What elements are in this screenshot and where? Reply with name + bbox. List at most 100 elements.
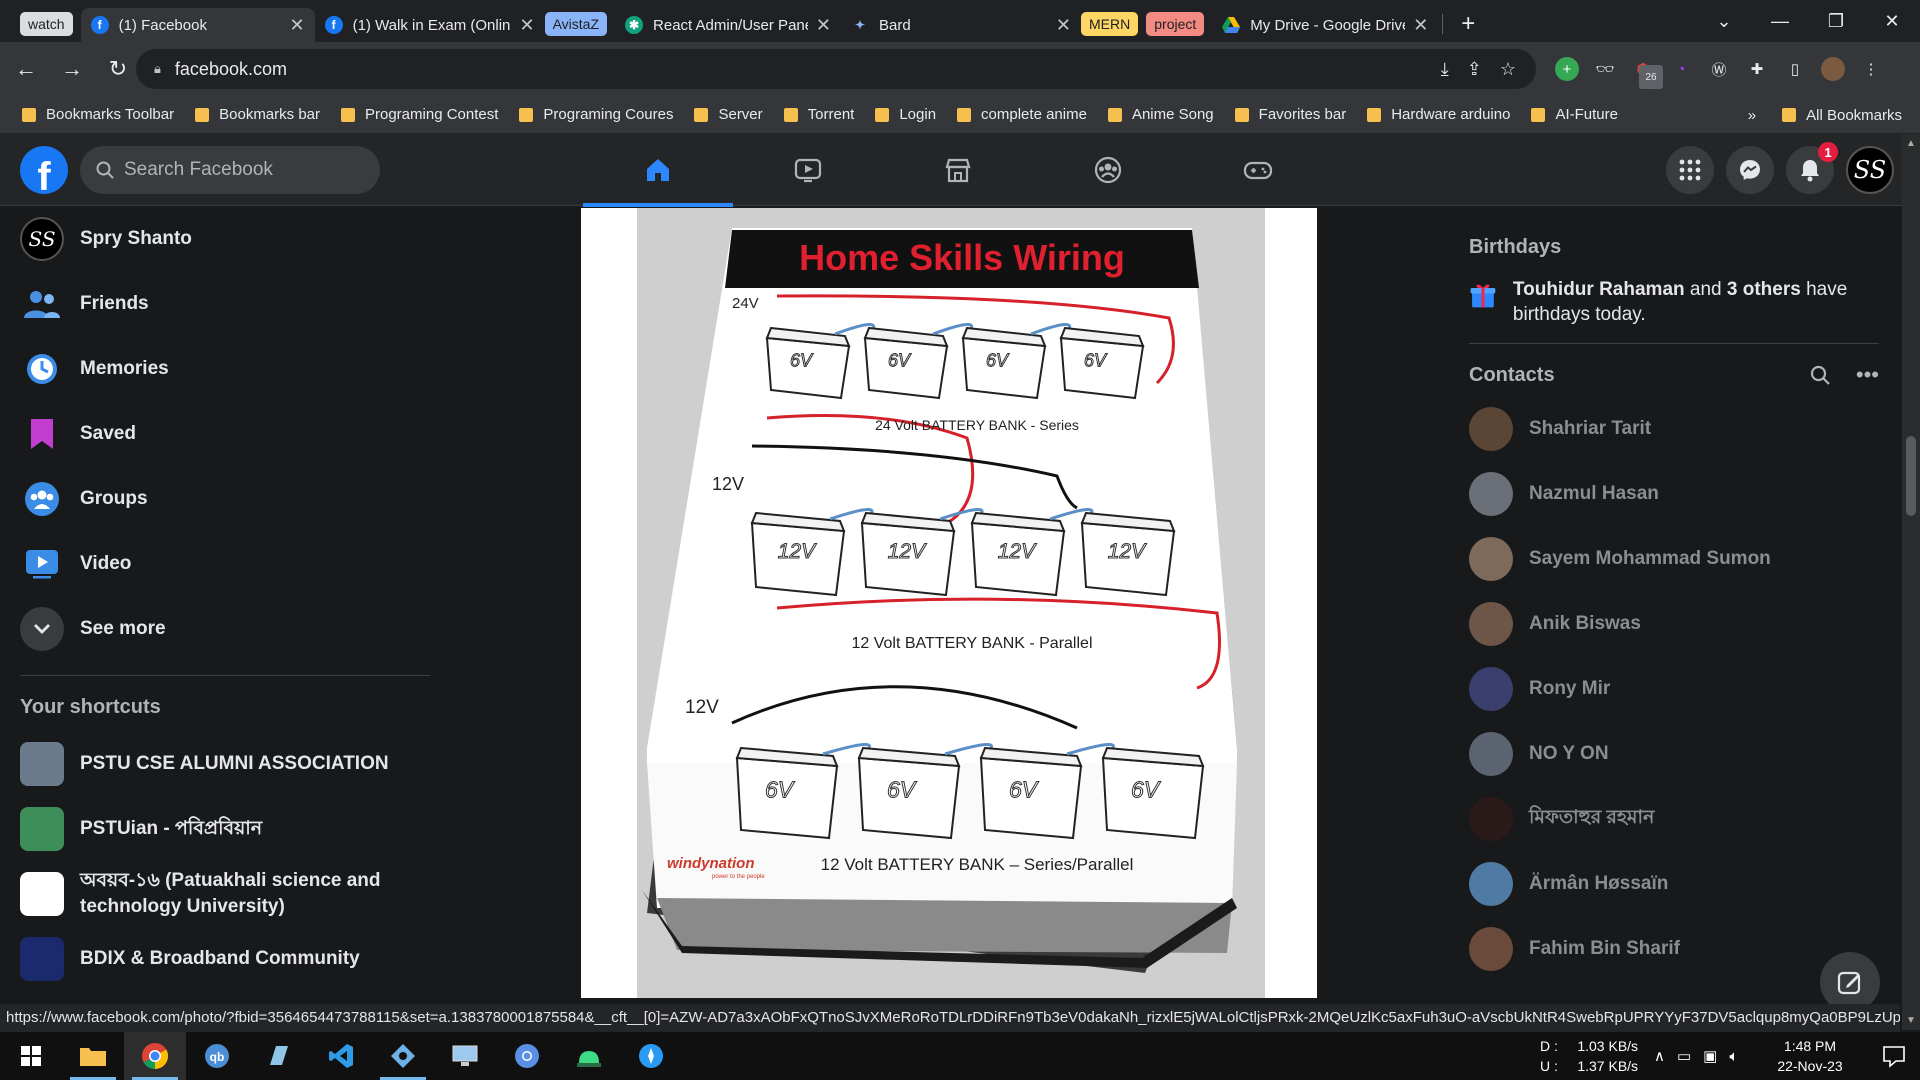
sidepanel-icon[interactable]: ▯ — [1783, 57, 1807, 81]
bookmark-item[interactable]: Bookmarks Toolbar — [22, 106, 174, 123]
taskbar-remote-desktop[interactable] — [434, 1032, 496, 1080]
install-app-icon[interactable]: ⤓ — [1441, 59, 1449, 80]
shortcut-item[interactable]: অবয়ব-১৬ (Patuakhali science and technol… — [20, 861, 440, 926]
system-clock[interactable]: 1:48 PM 22-Nov-23 — [1770, 1036, 1850, 1076]
bookmark-item[interactable]: Server — [694, 106, 763, 123]
new-tab-plus-icon[interactable]: + — [1461, 10, 1475, 38]
color-extension-icon[interactable]: ◔ — [1669, 57, 1693, 81]
restore-icon[interactable]: ❐ — [1808, 11, 1864, 32]
shortcut-item[interactable]: PSTUian - পবিপ্রবিয়ান — [20, 796, 440, 861]
close-tab-icon[interactable]: ✕ — [1405, 15, 1428, 36]
scroll-down-icon[interactable]: ▼ — [1902, 1015, 1920, 1026]
sidebar-item-memories[interactable]: Memories — [20, 336, 440, 401]
tab-group-project[interactable]: project — [1146, 12, 1205, 36]
contact-item[interactable]: Shahriar Tarit — [1469, 396, 1879, 461]
contact-item[interactable]: Sayem Mohammad Sumon — [1469, 526, 1879, 591]
tab-video[interactable] — [733, 134, 883, 206]
bookmark-item[interactable]: Programing Contest — [341, 106, 498, 123]
taskbar-app-settings[interactable] — [372, 1032, 434, 1080]
bookmark-item[interactable]: Login — [875, 106, 936, 123]
close-window-icon[interactable]: ✕ — [1864, 11, 1920, 32]
sidebar-item-video[interactable]: Video — [20, 531, 440, 596]
puzzle-extensions-icon[interactable]: ✚ — [1745, 57, 1769, 81]
taskbar-file-explorer[interactable] — [62, 1032, 124, 1080]
taskbar-browser-app[interactable] — [620, 1032, 682, 1080]
menu-grid-button[interactable] — [1666, 146, 1714, 194]
tab-group-watch[interactable]: watch — [20, 12, 73, 36]
tab-walk-in-exam[interactable]: f (1) Walk in Exam (Online ✕ — [315, 8, 545, 42]
close-tab-icon[interactable]: ✕ — [1048, 15, 1071, 36]
address-bar[interactable]: 🔒︎ facebook.com ⤓ ⇪ ☆ — [136, 49, 1536, 89]
share-icon[interactable]: ⇪ — [1467, 59, 1482, 80]
contact-item[interactable]: NO Y ON — [1469, 721, 1879, 786]
close-tab-icon[interactable]: ✕ — [808, 15, 831, 36]
sidebar-item-friends[interactable]: Friends — [20, 271, 440, 336]
sidebar-item-groups[interactable]: Groups — [20, 466, 440, 531]
reload-icon[interactable]: ↻ — [98, 56, 138, 82]
add-extension-icon[interactable]: + — [1555, 57, 1579, 81]
sidebar-item-saved[interactable]: Saved — [20, 401, 440, 466]
contact-item[interactable]: Ärmân Høssaïn — [1469, 851, 1879, 916]
see-more-button[interactable]: See more — [20, 596, 440, 661]
messenger-button[interactable] — [1726, 146, 1774, 194]
tray-expand-icon[interactable]: ∧ — [1654, 1047, 1665, 1065]
contact-item[interactable]: মিফতাহুর রহমান — [1469, 786, 1879, 851]
tab-react-admin[interactable]: ✱ React Admin/User Panel ✕ — [615, 8, 841, 42]
close-tab-icon[interactable]: ✕ — [511, 15, 534, 36]
scroll-up-icon[interactable]: ▲ — [1902, 138, 1920, 149]
forward-arrow-icon[interactable]: → — [52, 56, 92, 82]
account-avatar[interactable]: SS — [1846, 146, 1894, 194]
ublock-extension-icon[interactable]: ⬢26 — [1631, 57, 1663, 89]
bookmarks-overflow-icon[interactable]: » — [1748, 107, 1756, 124]
page-scrollbar[interactable]: ▲ ▼ — [1902, 134, 1920, 1030]
tab-groups[interactable] — [1033, 134, 1183, 206]
tab-facebook[interactable]: f (1) Facebook ✕ — [80, 8, 315, 42]
bookmark-star-icon[interactable]: ☆ — [1500, 59, 1516, 80]
profile-avatar[interactable] — [1821, 57, 1845, 81]
taskbar-qbittorrent[interactable]: qb — [186, 1032, 248, 1080]
contact-item[interactable]: Anik Biswas — [1469, 591, 1879, 656]
search-box[interactable] — [80, 146, 380, 194]
taskbar-android-studio[interactable] — [558, 1032, 620, 1080]
notifications-button[interactable]: 1 — [1786, 142, 1838, 194]
bookmark-item[interactable]: Hardware arduino — [1367, 106, 1510, 123]
taskbar-notepad[interactable] — [248, 1032, 310, 1080]
search-icon[interactable] — [1810, 365, 1830, 385]
contact-item[interactable]: Fahim Bin Sharif — [1469, 916, 1879, 981]
contact-item[interactable]: Nazmul Hasan — [1469, 461, 1879, 526]
facebook-logo-icon[interactable]: f — [20, 146, 68, 194]
search-input[interactable] — [124, 159, 354, 181]
close-tab-icon[interactable]: ✕ — [281, 15, 304, 36]
glasses-extension-icon[interactable]: 👓︎ — [1593, 57, 1617, 81]
action-center-icon[interactable] — [1882, 1044, 1906, 1068]
tab-bard[interactable]: ✦ Bard ✕ — [841, 8, 1081, 42]
post-image[interactable]: Home Skills Wiring 6V 6V 6V 6V 12V 12V 12V 12V 6… — [581, 208, 1317, 998]
bookmark-item[interactable]: Torrent — [783, 106, 854, 123]
birthday-name[interactable]: Touhidur Rahaman — [1513, 279, 1685, 300]
all-bookmarks[interactable]: All Bookmarks — [1806, 107, 1902, 124]
bookmark-item[interactable]: Favorites bar — [1234, 106, 1346, 123]
bookmark-item[interactable]: AI-Future — [1531, 106, 1618, 123]
more-options-icon[interactable]: ••• — [1856, 362, 1879, 388]
scrollbar-thumb[interactable] — [1906, 436, 1916, 516]
contact-item[interactable]: Rony Mir — [1469, 656, 1879, 721]
kebab-menu-icon[interactable]: ⋮ — [1859, 57, 1883, 81]
sidebar-item-profile[interactable]: SS Spry Shanto — [20, 206, 440, 271]
taskbar-vscode[interactable] — [310, 1032, 372, 1080]
taskbar-chromium[interactable] — [496, 1032, 558, 1080]
tab-group-avistaz[interactable]: AvistaZ — [544, 12, 608, 36]
taskbar-chrome[interactable] — [124, 1032, 186, 1080]
w-extension-icon[interactable]: Ⓦ — [1707, 57, 1731, 81]
tab-gaming[interactable] — [1183, 134, 1333, 206]
network-icon[interactable]: ▣ — [1703, 1047, 1717, 1065]
bookmark-item[interactable]: Anime Song — [1107, 106, 1214, 123]
tab-group-mern[interactable]: MERN — [1081, 12, 1139, 36]
shortcut-item[interactable]: BDIX & Broadband Community — [20, 926, 440, 991]
new-message-button[interactable] — [1820, 952, 1880, 1012]
tab-google-drive[interactable]: My Drive - Google Drive ✕ — [1212, 8, 1438, 42]
lock-icon[interactable]: 🔒︎ — [154, 61, 161, 77]
shortcut-item[interactable]: PSTU CSE ALUMNI ASSOCIATION — [20, 731, 440, 796]
battery-icon[interactable]: ▭ — [1677, 1047, 1691, 1065]
start-button[interactable] — [0, 1032, 62, 1080]
birthday-notice[interactable]: Touhidur Rahaman and 3 others have birth… — [1469, 277, 1879, 327]
